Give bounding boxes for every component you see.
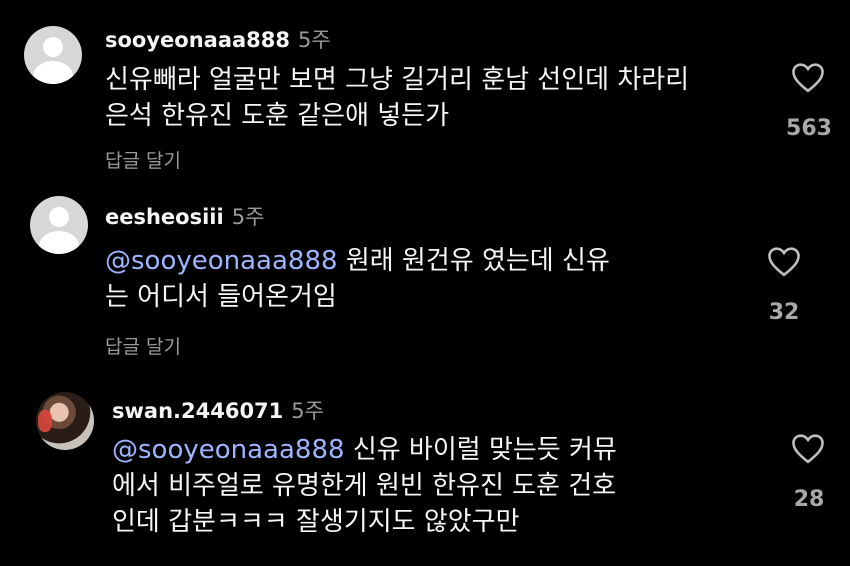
timestamp: 5주 xyxy=(231,205,265,229)
username-link[interactable]: sooyeonaaa888 xyxy=(105,28,290,52)
like-button[interactable] xyxy=(764,245,804,277)
comment-text-segment: 신유 바이럴 맞는듯 커뮤 xyxy=(344,435,617,465)
default-avatar-icon[interactable] xyxy=(24,26,82,84)
comment-text-line: @sooyeonaaa888 신유 바이럴 맞는듯 커뮤 xyxy=(112,432,752,468)
default-avatar-icon[interactable] xyxy=(30,196,88,254)
comment-text-line: 신유빼라 얼굴만 보면 그냥 길거리 훈남 선인데 차라리 xyxy=(105,65,690,95)
comment-meta: eesheosiii 5주 xyxy=(105,201,264,231)
comment-text-line: @sooyeonaaa888 원래 원건유 였는데 신유 xyxy=(105,243,725,279)
comment-text-line: 에서 비주얼로 유명한게 원빈 한유진 도훈 건호 xyxy=(112,471,617,501)
like-count: 563 xyxy=(786,116,832,141)
heart-outline-icon xyxy=(792,434,824,464)
comment-text-segment: 원래 원건유 였는데 신유 xyxy=(337,246,610,276)
reply-button[interactable]: 답글 달기 xyxy=(105,332,181,359)
reply-button[interactable]: 답글 달기 xyxy=(105,146,181,173)
like-count: 28 xyxy=(793,487,825,512)
timestamp: 5주 xyxy=(291,399,324,423)
heart-outline-icon xyxy=(768,247,800,277)
comment-text-line: 는 어디서 들어온거임 xyxy=(105,282,337,312)
like-button[interactable] xyxy=(788,432,828,464)
like-button[interactable] xyxy=(788,61,828,93)
comment-text-line: 인데 갑분ㅋㅋㅋ 잘생기지도 않았구만 xyxy=(112,507,520,537)
heart-outline-icon xyxy=(792,63,824,93)
profile-photo-avatar[interactable] xyxy=(36,392,94,450)
comment-text-line: 은석 한유진 도훈 같은애 넣든가 xyxy=(105,101,450,131)
username-link[interactable]: swan.2446071 xyxy=(112,399,283,423)
mention-link[interactable]: @sooyeonaaa888 xyxy=(105,246,338,276)
comment-text: @sooyeonaaa888 원래 원건유 였는데 신유 는 어디서 들어온거임 xyxy=(105,243,725,315)
comment-text: @sooyeonaaa888 신유 바이럴 맞는듯 커뮤 에서 비주얼로 유명한… xyxy=(112,432,752,540)
username-link[interactable]: eesheosiii xyxy=(105,205,224,229)
timestamp: 5주 xyxy=(298,28,331,52)
comment-text: 신유빼라 얼굴만 보면 그냥 길거리 훈남 선인데 차라리 은석 한유진 도훈 … xyxy=(105,62,765,134)
comment-meta: sooyeonaaa888 5주 xyxy=(105,24,331,54)
like-count: 32 xyxy=(768,300,800,325)
mention-link[interactable]: @sooyeonaaa888 xyxy=(112,435,345,465)
comment-meta: swan.2446071 5주 xyxy=(112,395,324,425)
